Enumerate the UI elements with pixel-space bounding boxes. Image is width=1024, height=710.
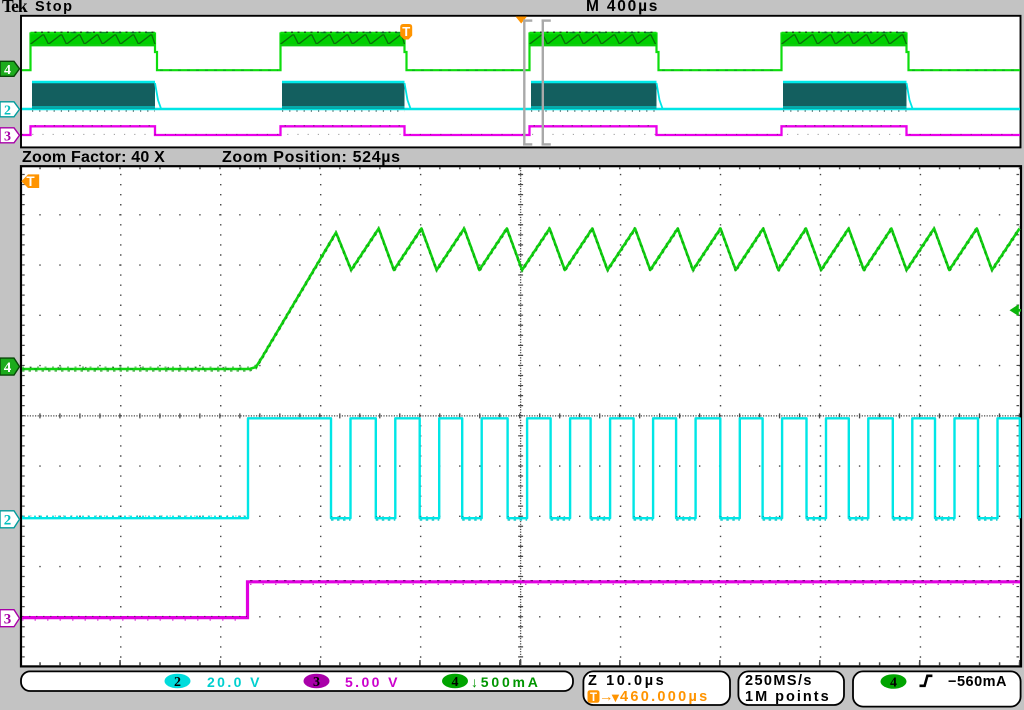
- svg-text:4: 4: [4, 63, 11, 78]
- svg-text:T: T: [26, 174, 35, 189]
- svg-text:3: 3: [313, 675, 320, 690]
- svg-text:3: 3: [4, 129, 11, 144]
- svg-text:2: 2: [4, 513, 12, 529]
- svg-text:4: 4: [890, 676, 897, 691]
- svg-text:4: 4: [4, 360, 12, 376]
- svg-text:2: 2: [4, 103, 11, 118]
- svg-text:T: T: [402, 24, 410, 39]
- svg-text:4: 4: [452, 675, 459, 690]
- svg-text:T: T: [590, 692, 597, 704]
- svg-text:3: 3: [4, 612, 12, 628]
- svg-text:2: 2: [174, 675, 181, 690]
